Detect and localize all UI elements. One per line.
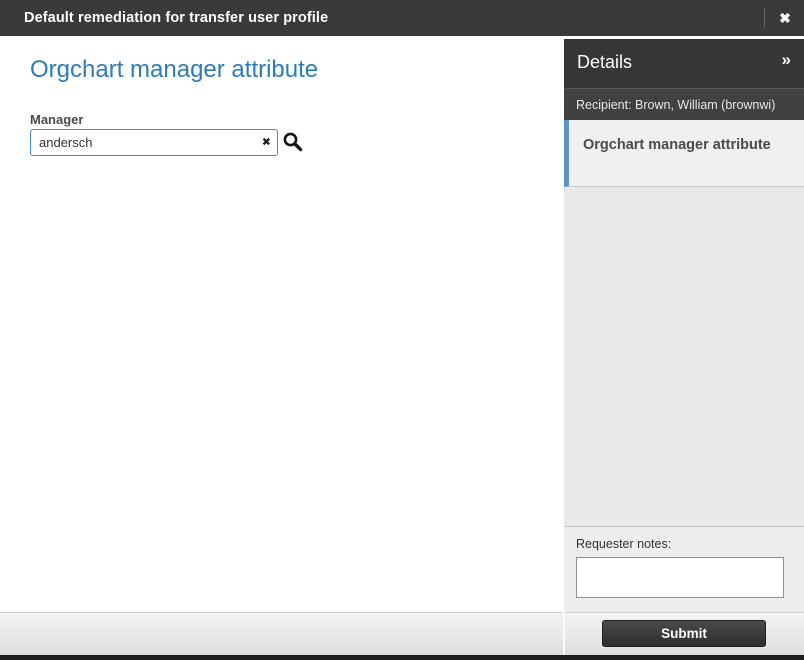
footer-divider — [563, 612, 565, 655]
search-button[interactable] — [282, 131, 304, 153]
titlebar-divider — [764, 8, 765, 28]
submit-button[interactable]: Submit — [602, 620, 766, 647]
details-item-label: Orgchart manager attribute — [583, 137, 771, 153]
details-header: Details » — [564, 39, 804, 88]
requester-notes-textarea[interactable] — [576, 557, 784, 598]
chevron-double-right-icon: » — [782, 50, 791, 69]
form-title: Orgchart manager attribute — [30, 56, 318, 84]
dialog-title: Default remediation for transfer user pr… — [24, 0, 328, 36]
recipient-info: Recipient: Brown, William (brownwi) — [564, 88, 804, 120]
remediation-dialog: Default remediation for transfer user pr… — [0, 0, 804, 660]
details-title: Details — [577, 52, 632, 73]
manager-input-wrap: ✖ — [30, 129, 278, 156]
close-icon: ✖ — [779, 10, 791, 27]
manager-label: Manager — [30, 112, 83, 127]
requester-notes-label: Requester notes: — [576, 537, 671, 551]
page-background-strip — [0, 655, 804, 660]
collapse-panel-button[interactable]: » — [782, 50, 791, 70]
close-button[interactable]: ✖ — [766, 0, 804, 36]
manager-input[interactable] — [30, 129, 278, 156]
search-icon — [282, 131, 304, 153]
dialog-titlebar: Default remediation for transfer user pr… — [0, 0, 804, 36]
details-item-orgchart-manager-attribute[interactable]: Orgchart manager attribute — [564, 120, 804, 187]
details-panel-body — [564, 187, 804, 526]
requester-notes-section: Requester notes: — [564, 526, 804, 612]
clear-input-icon[interactable]: ✖ — [262, 137, 271, 148]
